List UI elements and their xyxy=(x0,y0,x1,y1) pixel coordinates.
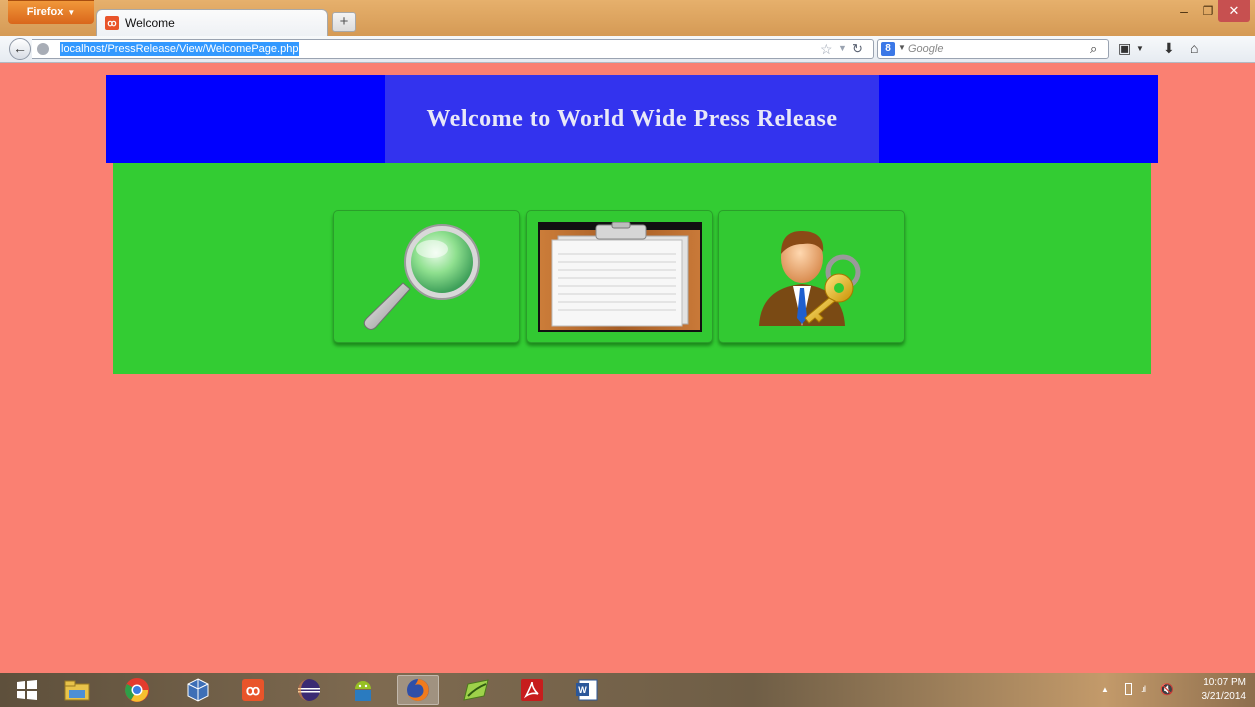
taskbar: ꝏ W ▲ .ıl 🔇 xyxy=(0,673,1255,707)
word-icon: W xyxy=(576,679,598,701)
globe-icon xyxy=(37,43,49,55)
battery-icon[interactable] xyxy=(1125,683,1132,695)
bookmarks-icon[interactable]: ▣ xyxy=(1118,40,1131,57)
clipboard-icon xyxy=(537,221,702,332)
acrobat-icon xyxy=(521,679,543,701)
network-signal-icon[interactable]: .ıl xyxy=(1141,684,1146,694)
reload-icon[interactable]: ↻ xyxy=(852,41,863,57)
clock-date[interactable]: 3/21/2014 xyxy=(1190,691,1247,702)
file-explorer-icon xyxy=(64,680,90,701)
clock-time[interactable]: 10:07 PM xyxy=(1196,677,1246,688)
svg-text:ꝏ: ꝏ xyxy=(246,682,260,698)
maximize-button[interactable]: ❐ xyxy=(1196,0,1220,22)
browser-titlebar: Firefox ▼ ꝏ Welcome + – ❐ ✕ xyxy=(0,0,1255,36)
firefox-icon xyxy=(407,679,429,701)
xampp-icon: ꝏ xyxy=(242,679,264,701)
taskbar-xampp[interactable]: ꝏ xyxy=(232,675,274,705)
download-icon[interactable]: ⬇ xyxy=(1163,40,1175,57)
start-icon xyxy=(17,680,37,700)
close-button[interactable]: ✕ xyxy=(1218,0,1250,22)
search-icon[interactable]: ⌕ xyxy=(1090,41,1097,57)
bookmark-star-icon[interactable]: ☆ xyxy=(820,41,833,58)
xampp-icon: ꝏ xyxy=(105,16,119,30)
taskbar-word[interactable]: W xyxy=(566,675,608,705)
taskbar-file-explorer[interactable] xyxy=(56,675,98,705)
google-icon[interactable]: 8 xyxy=(881,42,895,56)
page-title: Welcome to World Wide Press Release xyxy=(426,105,838,132)
tab-welcome[interactable]: ꝏ Welcome xyxy=(96,9,328,36)
minimize-button[interactable]: – xyxy=(1172,0,1196,22)
magnifier-icon xyxy=(363,223,480,330)
start-button[interactable] xyxy=(6,675,48,705)
chrome-icon xyxy=(125,678,149,702)
tab-title: Welcome xyxy=(125,16,175,30)
svg-text:W: W xyxy=(578,685,587,695)
virtualbox-icon xyxy=(187,678,209,702)
firefox-menu-button[interactable]: Firefox ▼ xyxy=(8,0,94,24)
eclipse-icon xyxy=(298,679,320,701)
android-sdk-icon xyxy=(355,681,371,701)
back-button[interactable]: ← xyxy=(9,38,31,60)
content-panel xyxy=(113,163,1151,374)
taskbar-firefox[interactable] xyxy=(397,675,439,705)
firefox-menu-label: Firefox xyxy=(26,6,64,18)
page-title-box: Welcome to World Wide Press Release xyxy=(385,75,879,163)
navigation-bar: ← localhost/PressRelease/View/WelcomePag… xyxy=(0,36,1255,63)
taskbar-android-sdk[interactable] xyxy=(342,675,384,705)
volume-muted-icon[interactable]: 🔇 xyxy=(1160,683,1174,696)
search-bar[interactable]: 8 ▼ Google ⌕ xyxy=(877,39,1109,59)
show-hidden-icons-icon[interactable]: ▲ xyxy=(1101,685,1109,694)
notepad-plus-icon xyxy=(463,679,489,701)
chevron-down-icon: ▼ xyxy=(67,7,76,17)
search-placeholder: Google xyxy=(908,43,944,55)
chevron-down-icon[interactable]: ▼ xyxy=(898,43,906,52)
taskbar-eclipse[interactable] xyxy=(288,675,330,705)
search-tile-button[interactable] xyxy=(333,210,520,343)
url-text[interactable]: localhost/PressRelease/View/WelcomePage.… xyxy=(60,42,300,56)
documents-tile-button[interactable] xyxy=(526,210,713,343)
taskbar-notepad-plus[interactable] xyxy=(455,675,497,705)
page-header: Welcome to World Wide Press Release xyxy=(106,75,1158,163)
url-dropdown-icon[interactable]: ▼ xyxy=(838,43,847,53)
taskbar-virtualbox[interactable] xyxy=(177,675,219,705)
url-bar[interactable]: localhost/PressRelease/View/WelcomePage.… xyxy=(32,39,874,59)
taskbar-acrobat[interactable] xyxy=(511,675,553,705)
chevron-down-icon[interactable]: ▼ xyxy=(1136,44,1144,53)
admin-login-tile-button[interactable] xyxy=(718,210,905,343)
user-key-icon xyxy=(758,230,860,326)
new-tab-button[interactable]: + xyxy=(332,12,356,32)
taskbar-chrome[interactable] xyxy=(116,675,158,705)
home-icon[interactable]: ⌂ xyxy=(1190,40,1198,56)
